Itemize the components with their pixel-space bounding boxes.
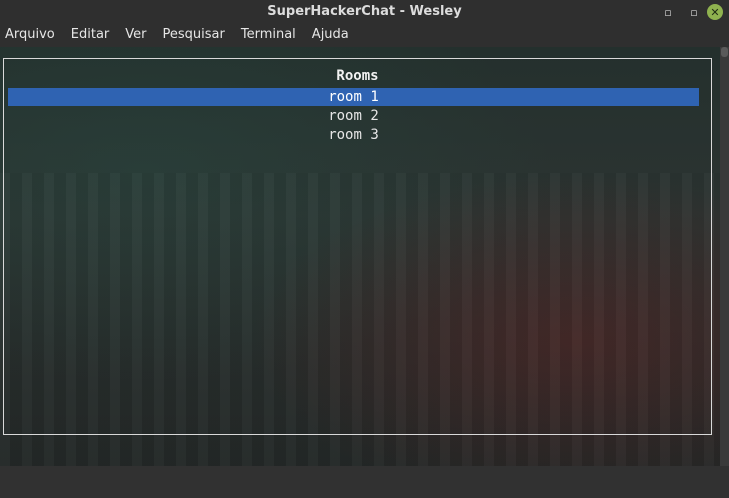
close-icon: ✕ <box>710 5 720 19</box>
terminal-area[interactable]: Rooms room 1 room 2 room 3 <box>0 47 720 466</box>
rooms-title: Rooms <box>336 68 379 84</box>
maximize-icon: ▫ <box>690 5 698 19</box>
window-title: SuperHackerChat - Wesley <box>267 4 462 19</box>
room-label: room 3 <box>328 127 379 143</box>
menu-terminal[interactable]: Terminal <box>241 27 296 42</box>
maximize-button[interactable]: ▫ <box>681 3 707 21</box>
menu-ver[interactable]: Ver <box>125 27 146 42</box>
minimize-button[interactable]: ▫ <box>655 3 681 21</box>
menu-editar[interactable]: Editar <box>71 27 110 42</box>
close-button[interactable]: ✕ <box>707 4 723 20</box>
room-label: room 1 <box>328 89 379 105</box>
room-item-1[interactable]: room 1 <box>8 88 699 106</box>
menu-ajuda[interactable]: Ajuda <box>312 27 349 42</box>
menu-pesquisar[interactable]: Pesquisar <box>163 27 225 42</box>
room-item-3[interactable]: room 3 <box>8 126 699 144</box>
room-label: room 2 <box>328 108 379 124</box>
menu-arquivo[interactable]: Arquivo <box>5 27 55 42</box>
terminal-scrollbar[interactable] <box>720 47 729 466</box>
menu-bar: Arquivo Editar Ver Pesquisar Terminal Aj… <box>0 24 729 47</box>
room-item-2[interactable]: room 2 <box>8 107 699 125</box>
title-bar: SuperHackerChat - Wesley ▫ ▫ ✕ <box>0 0 729 24</box>
bottom-bar <box>0 466 729 498</box>
window-controls: ▫ ▫ ✕ <box>655 3 723 21</box>
rooms-panel: Rooms room 1 room 2 room 3 <box>3 58 712 435</box>
scrollbar-thumb[interactable] <box>721 47 728 57</box>
minimize-icon: ▫ <box>664 5 672 19</box>
